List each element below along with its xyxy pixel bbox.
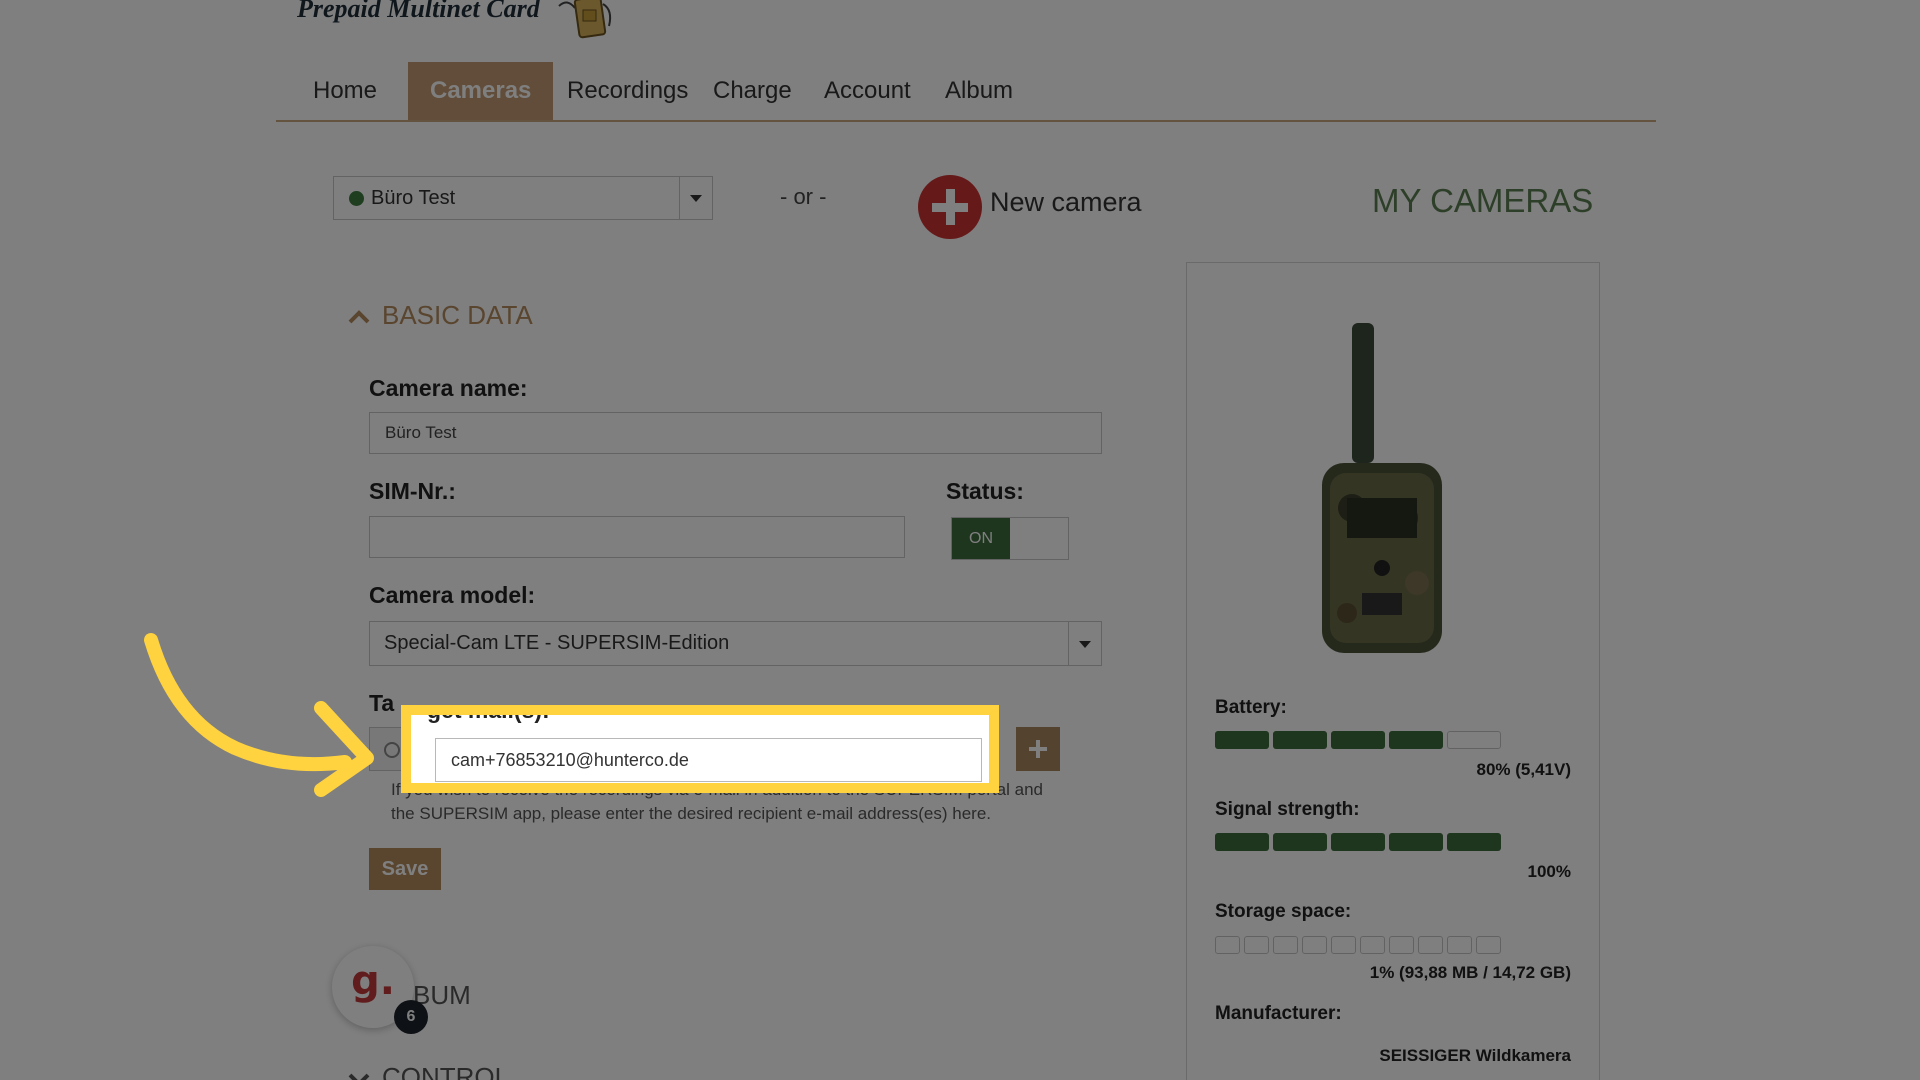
chat-widget-logo: g. (351, 958, 395, 1004)
notification-count-badge: 6 (394, 1000, 428, 1034)
sim-card-logo-icon (558, 0, 612, 39)
battery-segment (1389, 731, 1443, 749)
manufacturer-value: SEISSIGER Wildkamera (1379, 1046, 1571, 1065)
nav-charge[interactable]: Charge (691, 62, 814, 120)
camera-select-value: Büro Test (371, 187, 456, 209)
storage-segment (1389, 936, 1414, 954)
camera-model-label: Camera model: (369, 582, 536, 608)
online-status-dot (349, 191, 364, 206)
storage-segment (1360, 936, 1385, 954)
signal-segment (1447, 833, 1501, 851)
storage-segment (1418, 936, 1443, 954)
add-mail-button[interactable] (1016, 727, 1060, 771)
camera-model-value: Special-Cam LTE - SUPERSIM-Edition (384, 632, 730, 654)
storage-segment (1215, 936, 1240, 954)
target-mail-label-fragment: get mail(s): (427, 715, 550, 724)
battery-segment (1273, 731, 1327, 749)
battery-value: 80% (5,41V) (1476, 760, 1572, 779)
storage-segment (1447, 936, 1472, 954)
camera-info-panel: Battery: 80% (5,41V) Signal strength: 10… (1186, 262, 1600, 1080)
nav-recordings[interactable]: Recordings (545, 62, 710, 120)
new-camera-label: New camera (990, 187, 1142, 217)
nav-home[interactable]: Home (291, 62, 399, 120)
nav-cameras[interactable]: Cameras (408, 62, 554, 120)
status-toggle-on: ON (952, 518, 1010, 559)
chevron-down-icon (690, 195, 702, 202)
signal-segment (1389, 833, 1443, 851)
storage-segment (1244, 936, 1269, 954)
chat-widget-button[interactable]: g. 6 (332, 946, 428, 1034)
battery-label: Battery: (1215, 697, 1287, 718)
signal-segment (1331, 833, 1385, 851)
sim-number-label: SIM-Nr.: (369, 478, 456, 504)
manufacturer-label: Manufacturer: (1215, 1003, 1342, 1024)
save-button[interactable]: Save (369, 848, 441, 890)
page: Prepaid Multinet Card Home Cameras Recor… (276, 0, 1656, 1080)
signal-bar (1215, 833, 1505, 851)
brand-title: Prepaid Multinet Card (297, 0, 540, 23)
camera-name-label: Camera name: (369, 375, 528, 401)
highlight-spotlight: get mail(s): cam+76853210@hunterco.de (411, 715, 989, 783)
nav-album[interactable]: Album (923, 62, 1035, 120)
battery-segment (1331, 731, 1385, 749)
battery-bar (1215, 731, 1505, 749)
or-separator: - or - (780, 184, 827, 209)
basic-data-heading[interactable]: BASIC DATA (346, 300, 533, 331)
target-mail-input[interactable]: cam+76853210@hunterco.de (435, 738, 982, 782)
status-toggle[interactable]: ON (951, 517, 1069, 560)
camera-name-input[interactable]: Büro Test (369, 412, 1102, 454)
storage-label: Storage space: (1215, 901, 1352, 922)
signal-segment (1273, 833, 1327, 851)
control-heading[interactable]: CONTROL (346, 1062, 509, 1080)
main-nav: Home Cameras Recordings Charge Account A… (276, 62, 1656, 122)
battery-segment (1215, 731, 1269, 749)
status-label: Status: (946, 478, 1024, 504)
storage-bar (1215, 936, 1505, 954)
camera-model-select[interactable]: Special-Cam LTE - SUPERSIM-Edition (369, 621, 1102, 666)
camera-model-toggle[interactable] (1068, 622, 1101, 665)
chevron-down-icon (1079, 640, 1091, 648)
signal-value: 100% (1527, 862, 1571, 881)
nav-account[interactable]: Account (802, 62, 933, 120)
plus-circle-icon (918, 175, 982, 239)
storage-value: 1% (93,88 MB / 14,72 GB) (1369, 963, 1571, 982)
storage-segment (1476, 936, 1501, 954)
pointer-arrow-icon (144, 633, 374, 797)
camera-select-toggle[interactable] (679, 177, 712, 219)
sim-number-input[interactable] (369, 516, 905, 558)
storage-segment (1302, 936, 1327, 954)
storage-segment (1331, 936, 1356, 954)
highlight-box: get mail(s): cam+76853210@hunterco.de (401, 705, 999, 793)
basic-data-heading-label: BASIC DATA (382, 300, 533, 330)
storage-segment (1273, 936, 1298, 954)
page-title: MY CAMERAS (1372, 182, 1594, 219)
battery-segment (1447, 731, 1501, 749)
signal-label: Signal strength: (1215, 799, 1360, 820)
trail-camera-image (1322, 323, 1442, 653)
camera-select[interactable]: Büro Test (333, 176, 713, 220)
signal-segment (1215, 833, 1269, 851)
